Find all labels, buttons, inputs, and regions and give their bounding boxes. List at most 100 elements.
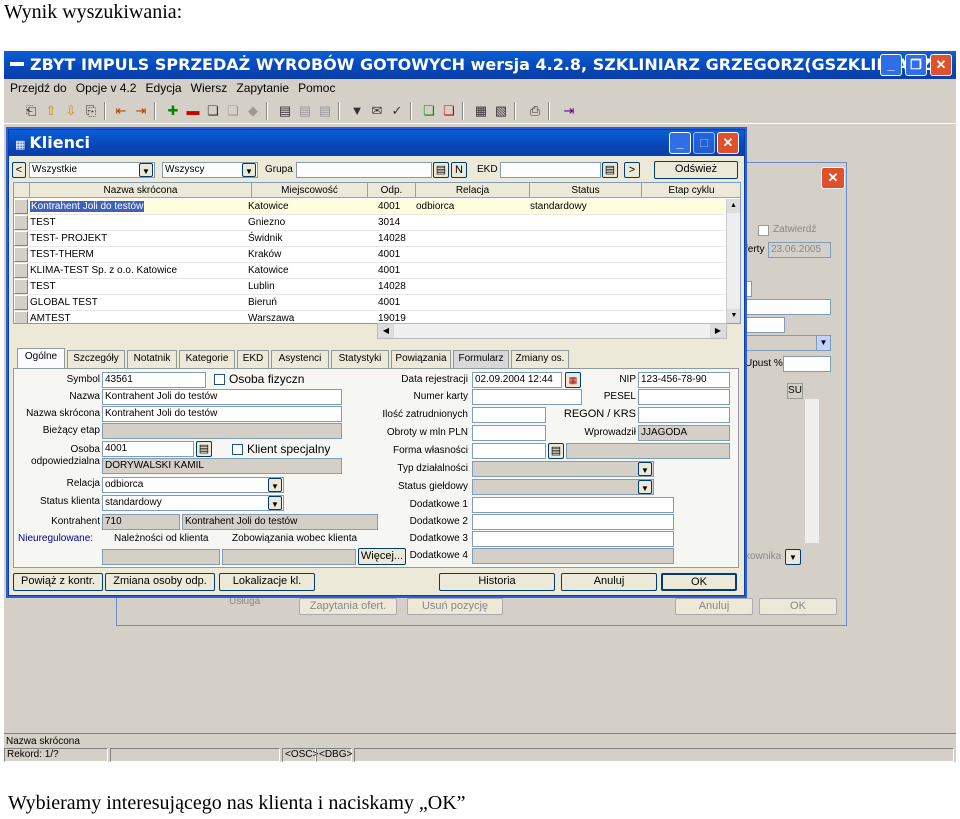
filter-wszystkie-dropdown[interactable]: ▼ — [139, 163, 153, 177]
col-relacja[interactable]: Relacja — [416, 183, 530, 198]
add-record-icon[interactable]: ✚ — [164, 102, 182, 120]
mail-icon[interactable]: ✉ — [368, 102, 386, 120]
nazwa-skrocona-input[interactable]: Kontrahent Joli do testów — [102, 406, 342, 422]
menu-zapytanie[interactable]: Zapytanie — [236, 79, 289, 98]
pesel-input[interactable] — [638, 389, 730, 405]
restore-button[interactable]: ❐ — [905, 54, 927, 76]
dodatkowe4-input[interactable] — [472, 548, 674, 564]
tab-kategorie[interactable]: Kategorie — [179, 350, 235, 368]
kownika-dropdown[interactable]: ▼ — [785, 549, 801, 565]
tab-powiazania[interactable]: Powiązania — [391, 350, 451, 368]
tab-formularz[interactable]: Formularz — [453, 350, 509, 368]
nav-right-button[interactable]: > — [624, 162, 640, 178]
zapytania-ofert-button[interactable]: Zapytania ofert. — [299, 598, 397, 615]
app-menu-icon[interactable] — [10, 61, 24, 66]
odswiez-button[interactable]: Odśwież — [654, 161, 738, 179]
usun-pozycje-button[interactable]: Usuń pozycję — [407, 598, 503, 615]
data-rejestracji-input[interactable]: 02.09.2004 12:44 — [472, 372, 562, 388]
back-anuluj-button[interactable]: Anuluj — [675, 598, 753, 615]
ekd-input[interactable] — [500, 162, 601, 178]
anuluj-button[interactable]: Anuluj — [561, 573, 657, 591]
col-nazwa[interactable]: Nazwa skrócona — [30, 183, 252, 198]
minimize-button[interactable]: _ — [880, 54, 902, 76]
table-row[interactable]: GLOBAL TEST Bieruń 4001 — [14, 295, 726, 311]
zmiana-osoby-button[interactable]: Zmiana osoby odp. — [105, 573, 215, 591]
menu-wiersz[interactable]: Wiersz — [191, 79, 228, 98]
menu-pomoc[interactable]: Pomoc — [298, 79, 335, 98]
kontrahent-name-input[interactable]: Kontrahent Joli do testów — [182, 514, 378, 530]
menu-przejdz[interactable]: Przejdź do — [10, 79, 67, 98]
dodatkowe2-input[interactable] — [472, 514, 674, 530]
tab-notatnik[interactable]: Notatnik — [127, 350, 177, 368]
back-ok-button[interactable]: OK — [759, 598, 837, 615]
klienci-close-button[interactable]: ✕ — [717, 132, 739, 154]
table-row[interactable]: TEST-THERM Kraków 4001 — [14, 247, 726, 263]
status-klienta-dropdown[interactable]: ▼ — [268, 496, 282, 510]
delete-record-icon[interactable]: ▬ — [184, 102, 202, 120]
table-row[interactable]: TEST- PROJEKT Świdnik 14028 — [14, 231, 726, 247]
typ-dzialalnosci-dropdown[interactable]: ▼ — [638, 462, 652, 476]
osoba-id-input[interactable]: 4001 — [102, 441, 194, 457]
lokalizacje-button[interactable]: Lokalizacje kl. — [219, 573, 315, 591]
table-row[interactable]: Kontrahent Joli do testów Katowice 4001 … — [14, 199, 726, 215]
kontrahent-id-input[interactable]: 710 — [102, 514, 180, 530]
nav-left-button[interactable]: < — [12, 162, 26, 178]
nazwa-input[interactable]: Kontrahent Joli do testów — [102, 389, 342, 405]
biezacy-etap-input[interactable] — [102, 423, 342, 439]
filter-icon[interactable]: ▼ — [348, 102, 366, 120]
col-status[interactable]: Status — [530, 183, 642, 198]
grupa-input[interactable] — [296, 162, 432, 178]
table-row[interactable]: TEST Lublin 14028 — [14, 279, 726, 295]
table-row[interactable]: TEST Gniezno 3014 — [14, 215, 726, 231]
query-run-icon[interactable]: ▤ — [296, 102, 314, 120]
check-icon[interactable]: ✓ — [388, 102, 406, 120]
col-etap[interactable]: Etap cyklu — [642, 183, 740, 198]
upust-input[interactable] — [783, 356, 831, 372]
symbol-input[interactable]: 43561 — [102, 372, 206, 388]
obroty-input[interactable] — [472, 425, 546, 441]
first-icon[interactable]: ⎗ — [22, 102, 40, 120]
prev-record-icon[interactable]: ⇤ — [112, 102, 130, 120]
oferty-date[interactable]: 23.06.2005 — [768, 242, 831, 258]
table-row[interactable]: KLIMA-TEST Sp. z o.o. Katowice Katowice … — [14, 263, 726, 279]
back-close-button[interactable]: ✕ — [821, 167, 845, 189]
nip-input[interactable]: 123-456-78-90 — [638, 372, 730, 388]
ekd-list-icon[interactable]: ▤ — [602, 162, 618, 178]
grupa-list-icon[interactable]: ▤ — [433, 162, 449, 178]
grid-vscroll[interactable]: ▲ ▼ — [726, 199, 740, 323]
exit-icon[interactable]: ⇥ — [560, 102, 578, 120]
col-miejscowosc[interactable]: Miejscowość — [252, 183, 368, 198]
tab-statystyki[interactable]: Statystyki — [331, 350, 389, 368]
status-gieldowy-select[interactable] — [472, 479, 654, 495]
forma-wlasnosci-input[interactable] — [472, 443, 546, 459]
menu-opcje[interactable]: Opcje v 4.2 — [76, 79, 137, 98]
save-record-icon[interactable]: ❏ — [224, 102, 242, 120]
typ-dzialalnosci-select[interactable] — [472, 461, 654, 477]
report-icon[interactable]: ▦ — [472, 102, 490, 120]
dodatkowe3-input[interactable] — [472, 531, 674, 547]
klienci-maximize-button[interactable]: □ — [693, 132, 715, 154]
tab-ogolne[interactable]: Ogólne — [17, 348, 65, 368]
historia-button[interactable]: Historia — [439, 573, 555, 591]
tab-szczegoly[interactable]: Szczegóły — [67, 350, 125, 368]
new-doc-icon[interactable]: ❏ — [420, 102, 438, 120]
query-icon[interactable]: ▤ — [276, 102, 294, 120]
ok-button[interactable]: OK — [661, 573, 737, 591]
osoba-fizyczna-checkbox[interactable] — [214, 374, 225, 385]
copy-record-icon[interactable]: ❏ — [204, 102, 222, 120]
col-odp[interactable]: Odp. — [368, 183, 416, 198]
regon-input[interactable] — [638, 407, 730, 423]
status-klienta-select[interactable]: standardowy — [102, 495, 284, 511]
grid-hscroll[interactable]: ◀ ▶ — [377, 323, 727, 339]
query-cancel-icon[interactable]: ▤ — [316, 102, 334, 120]
tab-ekd[interactable]: EKD — [237, 350, 269, 368]
eraser-icon[interactable]: ◆ — [244, 102, 262, 120]
last-icon[interactable]: ⎘ — [82, 102, 100, 120]
klienci-minimize-button[interactable]: _ — [669, 132, 691, 154]
close-button[interactable]: ✕ — [930, 54, 952, 76]
zatwierdz-checkbox[interactable] — [758, 225, 769, 236]
powiaz-button[interactable]: Powiąż z kontr. — [13, 573, 103, 591]
back-field-b[interactable] — [745, 299, 831, 315]
n-button[interactable]: N — [451, 162, 467, 178]
relacja-dropdown[interactable]: ▼ — [268, 478, 282, 492]
